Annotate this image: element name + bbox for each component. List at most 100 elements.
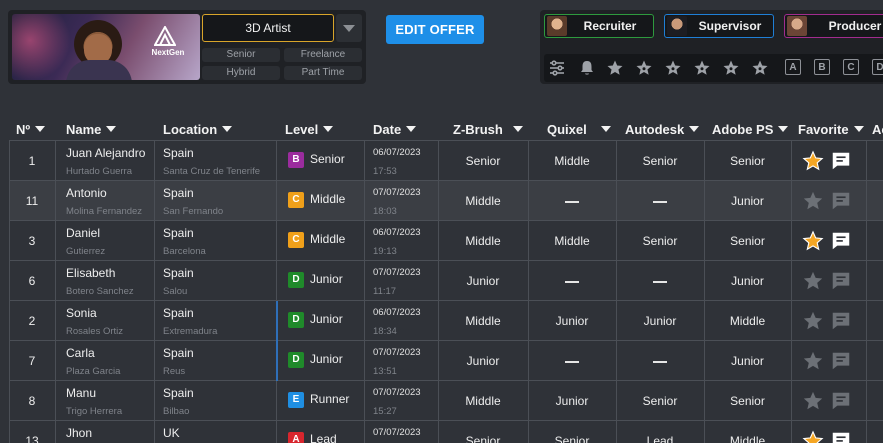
level-label: Junior bbox=[310, 272, 343, 287]
role-tab-recruiter[interactable]: Recruiter bbox=[544, 14, 654, 38]
autodesk-skill: Senior bbox=[642, 394, 678, 408]
favorite-star-icon[interactable] bbox=[802, 270, 824, 292]
role-tab-supervisor[interactable]: Supervisor bbox=[664, 14, 774, 38]
comment-icon[interactable] bbox=[830, 270, 852, 292]
role-tab-label: Supervisor bbox=[698, 19, 762, 33]
date: 07/07/2023 bbox=[373, 187, 421, 198]
comment-icon[interactable] bbox=[830, 190, 852, 212]
comment-icon[interactable] bbox=[830, 390, 852, 412]
date: 06/07/2023 bbox=[373, 227, 421, 238]
favorite-star-icon[interactable] bbox=[802, 350, 824, 372]
favorite-star-icon[interactable] bbox=[802, 390, 824, 412]
time: 11:17 bbox=[373, 286, 397, 297]
filter-letter-d[interactable]: D bbox=[872, 59, 883, 75]
favorite-star-icon[interactable] bbox=[802, 190, 824, 212]
favorite-actions bbox=[802, 150, 852, 172]
chip-seniority[interactable]: Senior bbox=[202, 48, 280, 62]
col-header-quixel[interactable]: Quixel bbox=[547, 120, 611, 138]
level-badge: C bbox=[288, 232, 304, 248]
favorite-star-icon[interactable] bbox=[802, 430, 824, 443]
col-label: Level bbox=[285, 121, 319, 137]
autodesk-empty bbox=[616, 194, 704, 208]
comment-icon[interactable] bbox=[830, 430, 852, 443]
quixel-empty bbox=[528, 354, 616, 368]
city: Santa Cruz de Tenerife bbox=[163, 166, 260, 177]
col-header-level[interactable]: Level bbox=[285, 120, 334, 138]
autodesk-skill: Lead bbox=[646, 434, 674, 443]
col-header-date[interactable]: Date bbox=[373, 120, 417, 138]
chip-contract[interactable]: Freelance bbox=[284, 48, 362, 62]
star-filter-5[interactable] bbox=[722, 59, 740, 77]
col-header-autodesk[interactable]: Autodesk bbox=[625, 120, 700, 138]
column-divider bbox=[866, 140, 867, 443]
column-divider bbox=[154, 140, 155, 443]
autodesk-skill: Junior bbox=[643, 314, 677, 328]
col-header-favorite[interactable]: Favorite bbox=[798, 120, 864, 138]
star-filter-4[interactable] bbox=[693, 59, 711, 77]
date: 06/07/2023 bbox=[373, 147, 421, 158]
favorite-star-icon[interactable] bbox=[802, 230, 824, 252]
first-name: Juan Alejandro bbox=[66, 146, 146, 160]
chip-schedule[interactable]: Part Time bbox=[284, 66, 362, 80]
sort-down-icon bbox=[323, 126, 334, 132]
autodesk-empty bbox=[616, 354, 704, 368]
col-header-actions[interactable]: Ac bbox=[872, 120, 883, 138]
level-cell: C Middle bbox=[288, 192, 345, 208]
row-number: 1 bbox=[28, 154, 36, 168]
role-tab-producer[interactable]: Producer bbox=[784, 14, 883, 38]
col-header-number[interactable]: Nº bbox=[16, 120, 46, 138]
chip-modality[interactable]: Hybrid bbox=[202, 66, 280, 80]
edit-offer-button[interactable]: EDIT OFFER bbox=[386, 15, 484, 44]
nextgen-logo-icon bbox=[154, 26, 176, 46]
role-tab-label: Recruiter bbox=[583, 19, 637, 33]
star-filter-3[interactable] bbox=[664, 59, 682, 77]
time: 15:27 bbox=[373, 406, 397, 417]
comment-icon[interactable] bbox=[830, 150, 852, 172]
recruiter-avatar bbox=[547, 16, 567, 36]
dash-icon bbox=[565, 280, 579, 283]
last-name: Molina Fernandez bbox=[66, 206, 143, 217]
level-label: Junior bbox=[310, 312, 343, 327]
level-cell: D Junior bbox=[288, 352, 343, 368]
col-header-location[interactable]: Location bbox=[163, 120, 233, 138]
filter-letter-b[interactable]: B bbox=[814, 59, 830, 75]
level-badge: E bbox=[288, 392, 304, 408]
level-cell: E Runner bbox=[288, 392, 349, 408]
row-number: 8 bbox=[28, 394, 36, 408]
row-number: 2 bbox=[28, 314, 36, 328]
col-header-zbrush[interactable]: Z-Brush bbox=[453, 120, 523, 138]
favorite-star-icon[interactable] bbox=[802, 310, 824, 332]
comment-icon[interactable] bbox=[830, 310, 852, 332]
column-divider bbox=[364, 140, 365, 443]
comment-icon[interactable] bbox=[830, 350, 852, 372]
sort-down-icon bbox=[778, 126, 789, 132]
star-filter-6[interactable] bbox=[751, 59, 769, 77]
adobe-skill: Senior bbox=[730, 394, 765, 408]
col-header-name[interactable]: Name bbox=[66, 120, 117, 138]
filter-letter-c[interactable]: C bbox=[843, 59, 859, 75]
zbrush-skill: Junior bbox=[466, 354, 500, 368]
zbrush-skill: Junior bbox=[466, 274, 500, 288]
zbrush-skill: Senior bbox=[465, 154, 501, 168]
role-select[interactable]: 3D Artist bbox=[202, 14, 334, 42]
zbrush-skill: Middle bbox=[465, 194, 501, 208]
filter-letter-a[interactable]: A bbox=[785, 59, 801, 75]
supervisor-avatar bbox=[667, 16, 687, 36]
level-badge: D bbox=[288, 312, 304, 328]
level-label: Middle bbox=[310, 232, 346, 247]
role-dropdown-button[interactable] bbox=[336, 14, 362, 42]
star-filter-1[interactable] bbox=[606, 59, 624, 77]
favorite-star-icon[interactable] bbox=[802, 150, 824, 172]
bell-icon[interactable] bbox=[578, 59, 596, 77]
row-number: 11 bbox=[25, 194, 39, 208]
autodesk-skill: Senior bbox=[642, 154, 678, 168]
comment-icon[interactable] bbox=[830, 230, 852, 252]
last-name: Hurtado Guerra bbox=[66, 166, 133, 177]
sliders-icon[interactable] bbox=[548, 59, 566, 77]
favorite-actions bbox=[802, 390, 852, 412]
level-cell: D Junior bbox=[288, 272, 343, 288]
col-header-adobe[interactable]: Adobe PS bbox=[712, 120, 789, 138]
row-number: 3 bbox=[28, 234, 36, 248]
star-filter-2[interactable] bbox=[635, 59, 653, 77]
last-name: Gutierrez bbox=[66, 246, 106, 257]
